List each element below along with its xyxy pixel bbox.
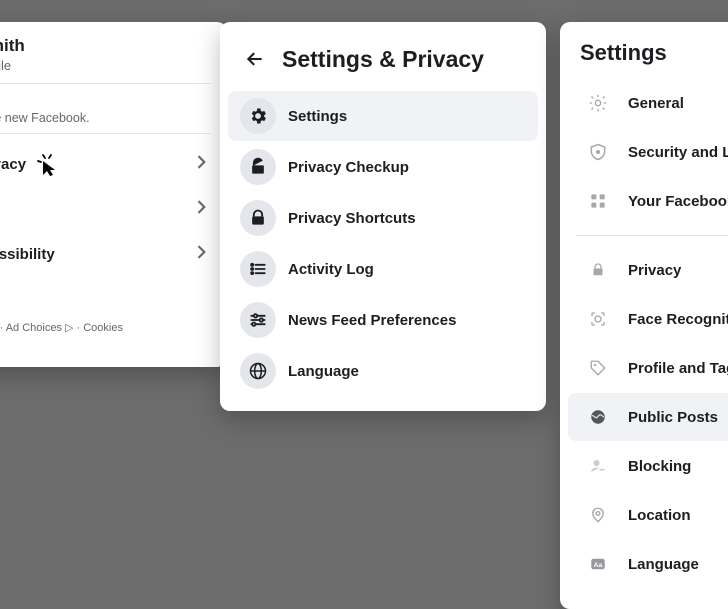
panel-header: Settings & Privacy — [228, 36, 538, 90]
give-feedback-row[interactable]: eedback improve the new Facebook. — [0, 92, 211, 125]
gear-icon — [240, 98, 276, 134]
nav-public-posts[interactable]: Public Posts — [568, 393, 728, 441]
blocking-icon — [580, 448, 616, 484]
feedback-subtitle: improve the new Facebook. — [0, 111, 211, 125]
menu-item-news-feed-preferences[interactable]: News Feed Preferences — [228, 295, 538, 345]
profile-name[interactable]: argo Smith — [0, 36, 211, 56]
settings-title: Settings — [568, 36, 728, 78]
item-label: Profile and Tagging — [628, 360, 728, 377]
settings-privacy-row[interactable]: gs & Privacy — [0, 142, 211, 187]
back-button[interactable] — [238, 42, 272, 76]
nav-blocking[interactable]: Blocking — [568, 442, 728, 490]
nav-privacy[interactable]: Privacy — [568, 246, 728, 294]
language-aa-icon: Aa — [580, 546, 616, 582]
nav-location[interactable]: Location — [568, 491, 728, 539]
item-label: General — [628, 95, 684, 112]
item-label: Security and Login — [628, 144, 728, 161]
nav-language[interactable]: Aa Language — [568, 540, 728, 588]
item-label: Face Recognition — [628, 311, 728, 328]
nav-profile-tagging[interactable]: Profile and Tagging — [568, 344, 728, 392]
item-label: Privacy — [628, 262, 681, 279]
item-label: Location — [628, 507, 691, 524]
face-recognition-icon — [580, 301, 616, 337]
nav-security-login[interactable]: Security and Login — [568, 128, 728, 176]
chevron-right-icon — [191, 152, 211, 177]
item-label: Public Posts — [628, 409, 718, 426]
svg-text:Aa: Aa — [594, 562, 603, 569]
row-label: y & Accessibility — [0, 246, 55, 263]
footer-links[interactable]: · Advertising · Ad Choices ▷ · Cookies o… — [0, 320, 211, 353]
shield-icon — [580, 134, 616, 170]
lock-icon — [240, 200, 276, 236]
tag-icon — [580, 350, 616, 386]
item-label: Privacy Checkup — [288, 159, 409, 176]
item-label: Your Facebook Informat — [628, 193, 728, 210]
menu-item-settings[interactable]: Settings — [228, 91, 538, 141]
gear-outline-icon — [580, 85, 616, 121]
item-label: Blocking — [628, 458, 691, 475]
click-cursor-icon — [34, 153, 60, 177]
row-label: gs & Privacy — [0, 156, 26, 173]
item-label: Language — [288, 363, 359, 380]
chevron-right-icon — [191, 242, 211, 267]
item-label: Language — [628, 556, 699, 573]
help-support-row[interactable]: Support — [0, 187, 211, 232]
settings-sidebar-panel: Settings General Security and Login Your… — [560, 22, 728, 609]
divider — [0, 133, 211, 134]
globe-icon — [240, 353, 276, 389]
chevron-right-icon — [191, 197, 211, 222]
location-icon — [580, 497, 616, 533]
nav-general[interactable]: General — [568, 79, 728, 127]
settings-privacy-panel: Settings & Privacy Settings Privacy Chec… — [220, 22, 546, 411]
nav-face-recognition[interactable]: Face Recognition — [568, 295, 728, 343]
nav-your-info[interactable]: Your Facebook Informat — [568, 177, 728, 225]
divider — [576, 235, 728, 236]
item-label: News Feed Preferences — [288, 312, 456, 329]
divider — [0, 83, 211, 84]
display-accessibility-row[interactable]: y & Accessibility — [0, 232, 211, 277]
profile-subtitle: e your profile — [0, 58, 211, 73]
logout-row[interactable]: ut — [0, 277, 211, 314]
lock-open-icon — [240, 149, 276, 185]
grid-icon — [580, 183, 616, 219]
menu-item-privacy-checkup[interactable]: Privacy Checkup — [228, 142, 538, 192]
globe-icon — [580, 399, 616, 435]
feedback-title: eedback — [0, 92, 211, 109]
menu-item-activity-log[interactable]: Activity Log — [228, 244, 538, 294]
menu-item-privacy-shortcuts[interactable]: Privacy Shortcuts — [228, 193, 538, 243]
sliders-icon — [240, 302, 276, 338]
account-menu-panel: argo Smith e your profile eedback improv… — [0, 22, 227, 367]
lock-icon — [580, 252, 616, 288]
list-icon — [240, 251, 276, 287]
item-label: Privacy Shortcuts — [288, 210, 416, 227]
menu-item-language[interactable]: Language — [228, 346, 538, 396]
item-label: Activity Log — [288, 261, 374, 278]
item-label: Settings — [288, 108, 347, 125]
panel-title: Settings & Privacy — [282, 46, 484, 73]
